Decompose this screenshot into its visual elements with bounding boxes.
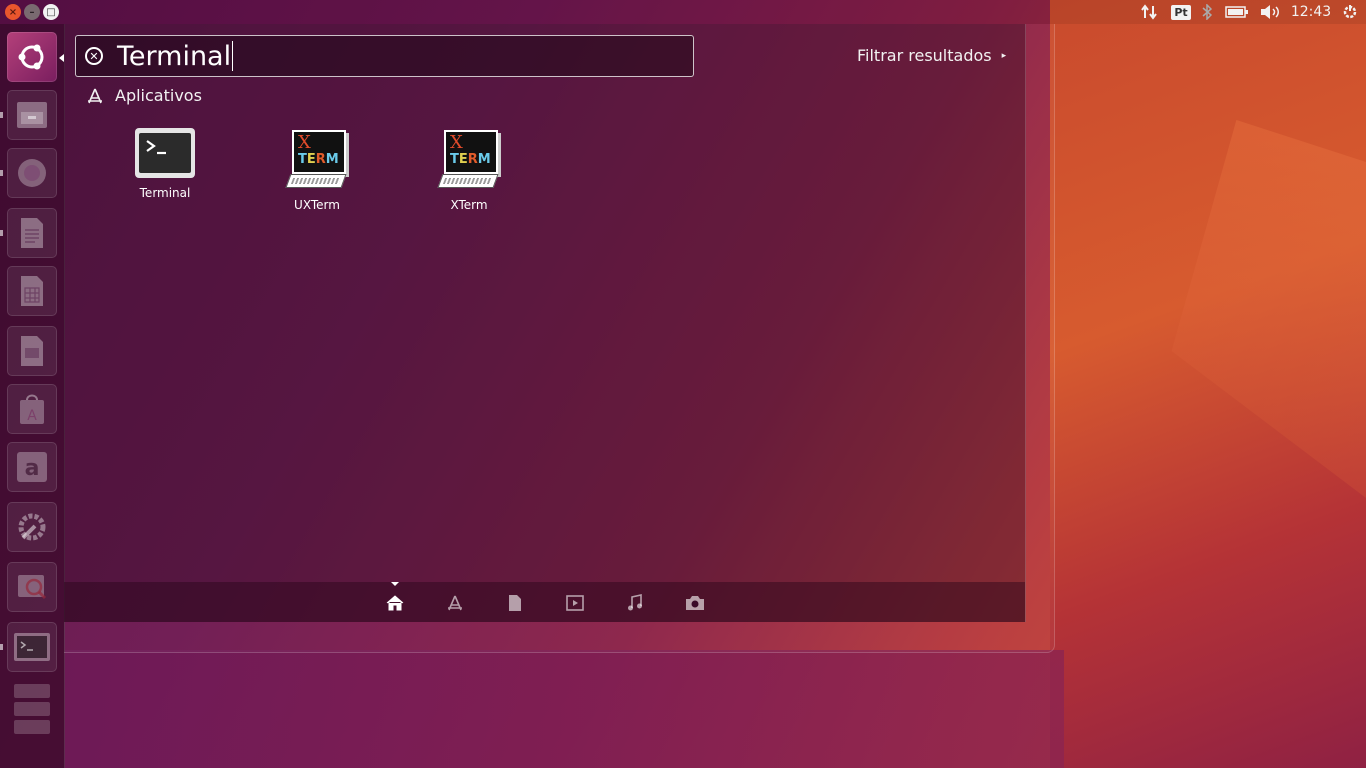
xterm-icon-term: TERM [450,152,491,167]
top-panel: × – □ Pt 12:43 [0,0,1366,24]
minimize-icon[interactable]: – [24,4,40,20]
amazon-icon[interactable]: a [7,442,57,492]
spreadsheet-icon[interactable] [7,266,57,316]
video-icon[interactable] [564,592,586,614]
chevron-right-icon: ▸ [1001,50,1007,61]
xterm-icon: X TERM [437,128,500,190]
terminal-icon[interactable] [7,622,57,672]
svg-text:A: A [27,408,37,424]
terminal-icon [135,128,195,178]
ubuntu-logo-icon[interactable] [7,32,57,82]
music-icon[interactable] [624,592,646,614]
search-box[interactable]: ✕ Terminal [75,35,694,77]
xterm-icon-x: X [450,132,463,153]
maximize-icon[interactable]: □ [43,4,59,20]
result-terminal[interactable]: Terminal [105,128,225,200]
stack-icon[interactable] [7,680,57,740]
camera-icon[interactable] [684,592,706,614]
running-pip [0,644,3,650]
svg-text:a: a [25,456,40,481]
volume-icon[interactable] [1258,0,1282,24]
result-uxterm[interactable]: X TERM UXTerm [257,128,377,212]
wallpaper-bottom [64,650,1064,768]
xterm-icon-term: TERM [298,152,339,167]
active-lens-marker [391,582,399,586]
running-pip [0,170,3,176]
category-header[interactable]: Aplicativos [87,86,202,105]
shopping-bag-icon[interactable]: A [7,384,57,434]
clock[interactable]: 12:43 [1288,0,1334,24]
running-pip [0,230,3,236]
applications-icon[interactable] [444,592,466,614]
result-label: Terminal [139,186,191,200]
presentation-icon[interactable] [7,326,57,376]
applications-icon [88,88,102,103]
bluetooth-icon[interactable] [1199,0,1215,24]
close-icon[interactable]: × [5,4,21,20]
launcher: A a [0,24,65,768]
home-icon[interactable] [384,592,406,614]
document-icon[interactable] [7,208,57,258]
clear-search-icon[interactable]: ✕ [85,47,103,65]
result-label: UXTerm [294,198,340,212]
filter-results-label: Filtrar resultados [857,46,992,65]
dash: ✕ Terminal Filtrar resultados ▸ Aplicati… [64,24,1026,622]
filter-results-button[interactable]: Filtrar resultados ▸ [857,46,1006,65]
network-arrows-icon[interactable] [1138,0,1160,24]
result-label: XTerm [450,198,488,212]
keyboard-layout-indicator[interactable]: Pt [1170,0,1192,24]
firefox-icon[interactable] [7,148,57,198]
keyboard-layout-label: Pt [1171,4,1191,20]
wrench-gear-icon[interactable] [7,502,57,552]
result-xterm[interactable]: X TERM XTerm [409,128,529,212]
running-pip [0,112,3,118]
search-input[interactable]: Terminal [117,41,231,72]
lens-bar [64,582,1025,622]
magnifier-icon[interactable] [7,562,57,612]
xterm-icon-x: X [298,132,311,153]
file-icon[interactable] [504,592,526,614]
battery-icon[interactable] [1224,0,1250,24]
gear-power-icon[interactable] [1340,0,1360,24]
category-label: Aplicativos [115,86,202,105]
xterm-icon: X TERM [285,128,348,190]
file-cabinet-icon[interactable] [7,90,57,140]
text-caret [232,41,234,71]
